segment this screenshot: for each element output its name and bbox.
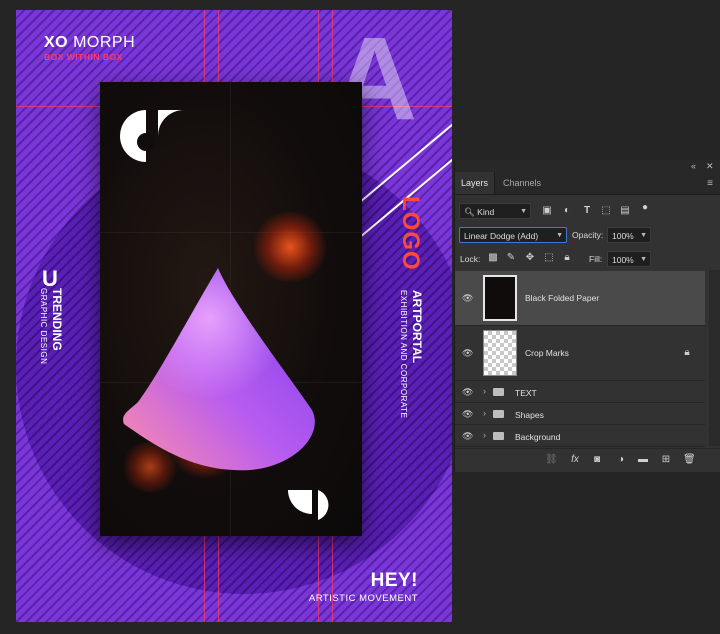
opacity-label: Opacity: — [572, 230, 604, 240]
tab-layers[interactable]: Layers — [455, 172, 496, 194]
opacity-value: 100% — [612, 231, 634, 241]
trending-text: TRENDING — [50, 288, 64, 351]
filter-smart-object-icon[interactable]: ▤ — [619, 205, 631, 217]
layer-name: Shapes — [515, 410, 544, 420]
chevron-right-icon[interactable]: › — [483, 408, 486, 418]
filter-pixel-icon[interactable]: ▣ — [541, 205, 553, 217]
link-icon[interactable]: ⛓︎ — [545, 454, 558, 466]
chevron-right-icon[interactable]: › — [483, 430, 486, 440]
chevron-right-icon[interactable]: › — [483, 386, 486, 396]
fill-value: 100% — [612, 255, 634, 265]
eye-icon[interactable]: 👁︎ — [462, 348, 473, 359]
black-folded-paper — [100, 82, 362, 536]
layer-name: Crop Marks — [525, 348, 569, 358]
new-layer-icon[interactable]: ⊞ — [660, 454, 672, 466]
folder-icon — [493, 388, 504, 396]
layer-row-text-group[interactable]: 👁︎ › TEXT — [455, 381, 705, 403]
brand-title: XO MORPH — [44, 34, 136, 51]
mask-icon[interactable]: ◙ — [591, 454, 603, 466]
panel-tabs: Layers Channels ≡ — [455, 172, 720, 195]
close-icon[interactable]: ✕ — [706, 161, 714, 172]
search-icon: 🔍︎ — [464, 207, 475, 217]
layer-row-shapes-group[interactable]: 👁︎ › Shapes — [455, 403, 705, 425]
layer-thumbnail — [483, 330, 517, 376]
artportal-text: ARTPORTAL — [410, 290, 424, 364]
lock-transparent-icon[interactable]: ▩ — [487, 252, 499, 264]
layer-name: Background — [515, 432, 561, 442]
layers-footer: ⛓︎ fx ◙ ◑ ▬ ⊞ 🗑︎ — [455, 448, 720, 471]
eye-icon[interactable]: 👁︎ — [462, 409, 473, 420]
folder-icon[interactable]: ▬ — [637, 454, 649, 466]
fx-icon[interactable]: fx — [569, 454, 581, 466]
layers-panel: « ✕ Layers Channels ≡ 🔍︎ Kind ▼ ▣ ◐ T ⬚ … — [454, 160, 720, 472]
exhibition-text: EXHIBITION AND CORPORATE — [399, 290, 408, 419]
logo-text: LOGO — [397, 196, 424, 271]
filter-toggle-icon[interactable]: ● — [639, 202, 651, 214]
tab-channels[interactable]: Channels — [497, 172, 547, 194]
panel-title-strip: « ✕ — [455, 160, 720, 172]
layer-name: Black Folded Paper — [525, 293, 600, 303]
chevron-down-icon: ▼ — [640, 256, 647, 263]
lock-all-icon[interactable]: 🔒︎ — [561, 252, 573, 264]
folder-icon — [493, 432, 504, 440]
lock-paint-icon[interactable]: ✎ — [505, 252, 517, 264]
lock-move-icon[interactable]: ✥ — [524, 252, 536, 264]
filter-type-icon[interactable]: T — [581, 205, 593, 217]
collapse-icon[interactable]: « — [691, 161, 696, 171]
fill-field[interactable]: 100% ▼ — [607, 251, 651, 267]
eye-icon[interactable]: 👁︎ — [462, 431, 473, 442]
fill-label: Fill: — [589, 254, 603, 264]
opacity-field[interactable]: 100% ▼ — [607, 227, 651, 243]
eye-icon[interactable]: 👁︎ — [462, 293, 473, 304]
filter-kind-select[interactable]: 🔍︎ Kind ▼ — [459, 203, 531, 219]
layer-row-background-group[interactable]: 👁︎ › Background — [455, 425, 705, 447]
chevron-down-icon: ▼ — [640, 232, 647, 239]
hey-heading: HEY! — [370, 570, 418, 591]
layer-thumbnail — [483, 275, 517, 321]
chevron-down-icon: ▼ — [556, 232, 563, 239]
logo-shape-top — [120, 110, 184, 162]
chevron-down-icon: ▼ — [520, 208, 527, 215]
panel-menu-icon[interactable]: ≡ — [707, 178, 713, 189]
filter-adjustment-icon[interactable]: ◐ — [561, 205, 573, 217]
layer-row-crop-marks[interactable]: 👁︎ Crop Marks 🔒︎ — [455, 326, 705, 381]
blend-mode-select[interactable]: Linear Dodge (Add) ▼ — [459, 227, 567, 243]
lock-label: Lock: — [460, 254, 481, 264]
canvas-document[interactable]: XO MORPH BOX WITHIN BOX A U TRENDING GRA… — [16, 10, 452, 622]
graphic-design-text: GRAPHIC DESIGN — [39, 288, 48, 365]
layers-scrollbar[interactable] — [709, 270, 720, 446]
artistic-movement-text: ARTISTIC MOVEMENT — [308, 593, 418, 604]
folder-icon — [493, 410, 504, 418]
lock-icon: 🔒︎ — [684, 347, 690, 358]
trash-icon[interactable]: 🗑︎ — [683, 454, 696, 466]
gradient-cone-shape — [123, 268, 315, 471]
layer-name: TEXT — [515, 388, 537, 398]
logo-shape-bottom — [288, 490, 329, 520]
layer-row-black-folded-paper[interactable]: 👁︎ Black Folded Paper — [455, 271, 705, 326]
eye-icon[interactable]: 👁︎ — [462, 387, 473, 398]
filter-shape-icon[interactable]: ⬚ — [600, 205, 612, 217]
adjustment-icon[interactable]: ◑ — [615, 454, 627, 466]
brand-tagline: BOX WITHIN BOX — [44, 52, 123, 62]
filter-kind-label: Kind — [477, 207, 495, 217]
blend-mode-label: Linear Dodge (Add) — [464, 231, 539, 241]
lock-artboard-icon[interactable]: ⬚ — [543, 252, 555, 264]
